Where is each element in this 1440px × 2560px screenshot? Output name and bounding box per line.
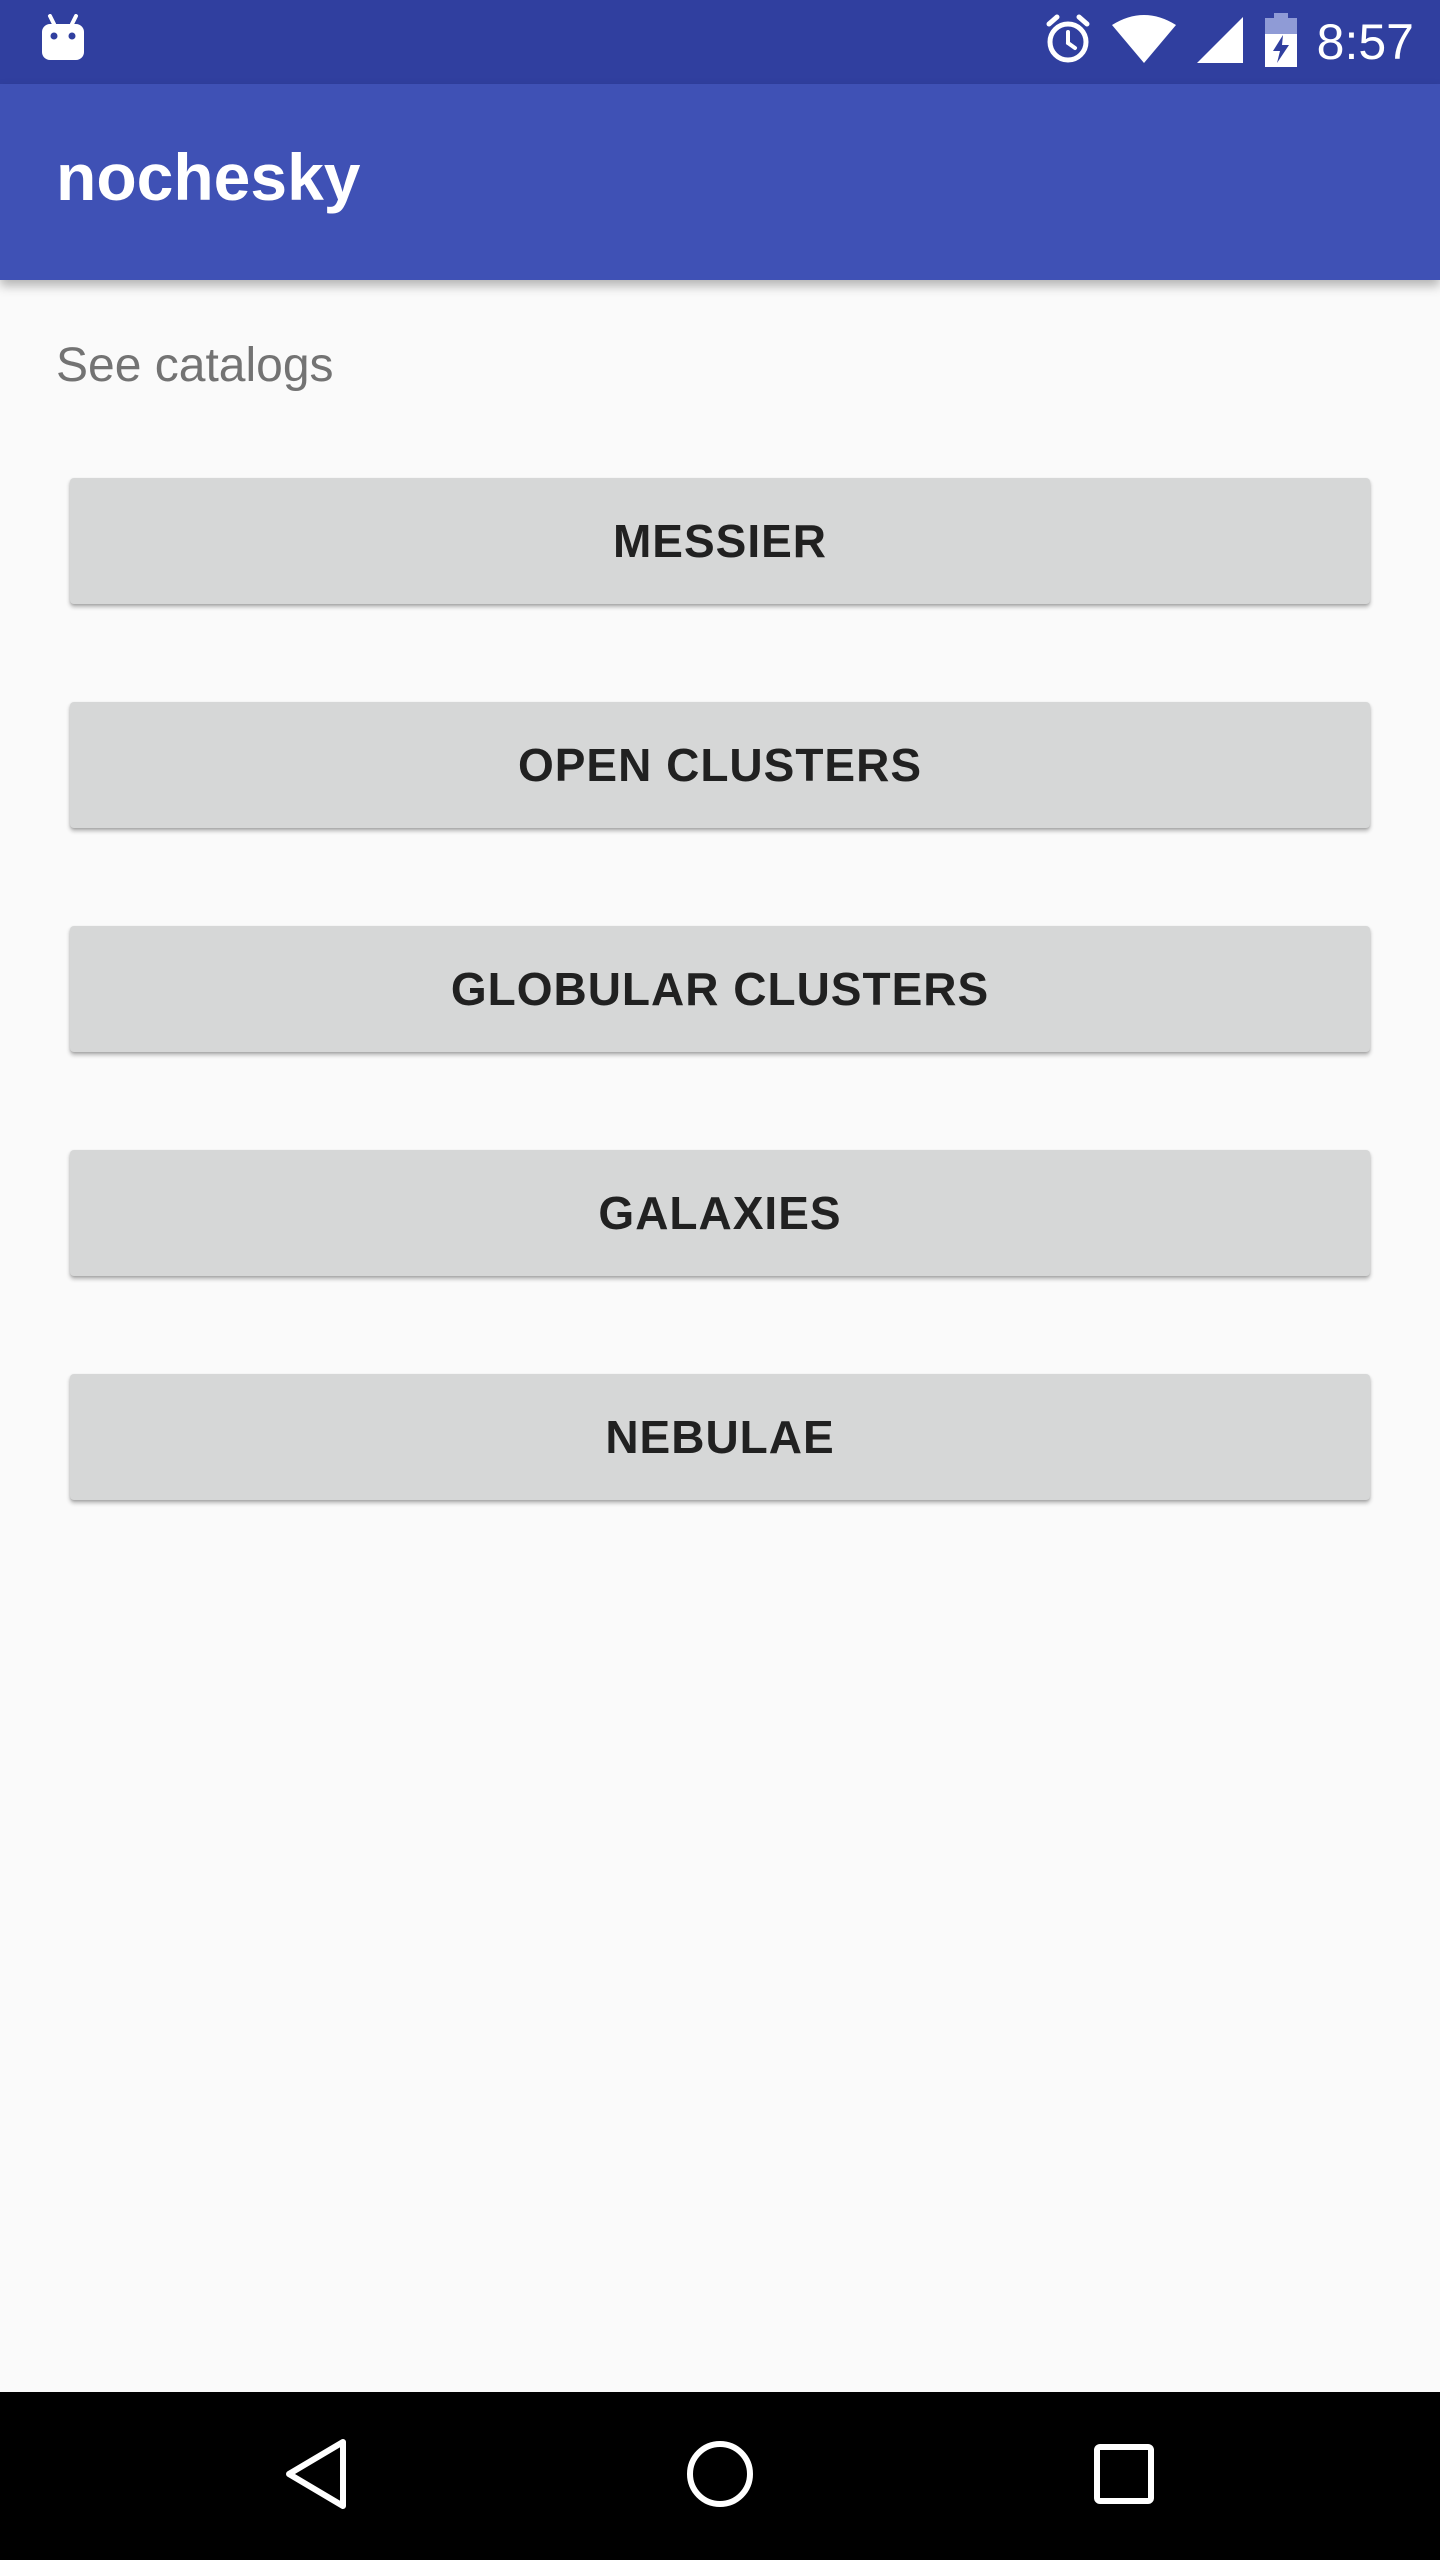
status-bar: 8:57 bbox=[0, 0, 1440, 84]
cell-signal-icon bbox=[1195, 15, 1245, 70]
battery-charging-icon bbox=[1263, 12, 1299, 72]
back-icon bbox=[281, 2436, 351, 2517]
open-clusters-button[interactable]: OPEN CLUSTERS bbox=[70, 702, 1370, 828]
android-notification-icon bbox=[40, 14, 86, 66]
home-icon bbox=[685, 2439, 755, 2514]
wifi-icon bbox=[1111, 14, 1177, 70]
globular-clusters-button[interactable]: GLOBULAR CLUSTERS bbox=[70, 926, 1370, 1052]
alarm-icon bbox=[1043, 14, 1093, 71]
app-bar: nochesky bbox=[0, 84, 1440, 280]
navigation-bar bbox=[0, 2392, 1440, 2560]
galaxies-button[interactable]: GALAXIES bbox=[70, 1150, 1370, 1276]
back-button[interactable] bbox=[266, 2426, 366, 2526]
recents-button[interactable] bbox=[1074, 2426, 1174, 2526]
home-button[interactable] bbox=[670, 2426, 770, 2526]
nebulae-button[interactable]: NEBULAE bbox=[70, 1374, 1370, 1500]
messier-button[interactable]: MESSIER bbox=[70, 478, 1370, 604]
recents-icon bbox=[1092, 2442, 1156, 2511]
app-title: nochesky bbox=[56, 140, 361, 214]
section-label: See catalogs bbox=[56, 339, 334, 392]
status-time: 8:57 bbox=[1316, 14, 1414, 70]
status-icons: 8:57 bbox=[1043, 0, 1414, 84]
